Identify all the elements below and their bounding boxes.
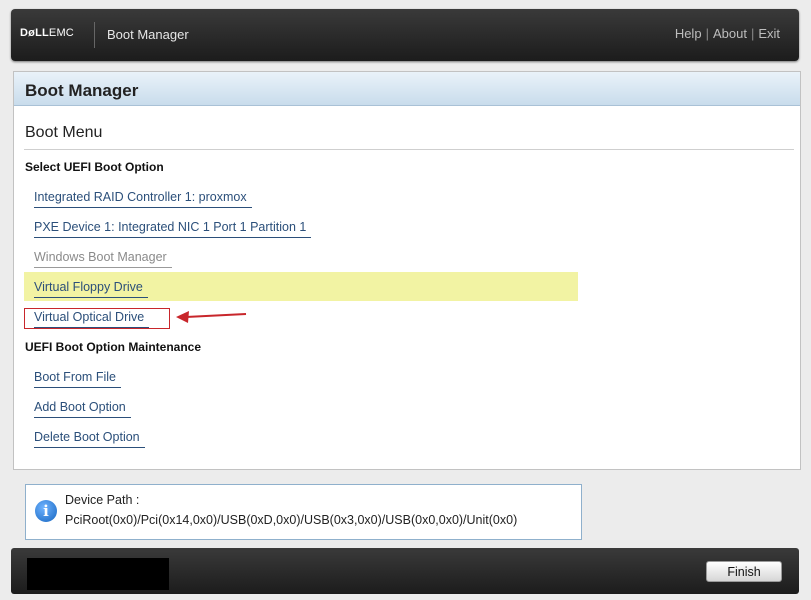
boot-manager-panel: Boot Manager Boot Menu Select UEFI Boot … [13, 71, 801, 470]
footer-bar: Finish [11, 548, 799, 594]
about-link[interactable]: About [713, 26, 747, 41]
top-header-bar: DøLLEMC Boot Manager Help | About | Exit [11, 9, 799, 61]
device-path-value: PciRoot(0x0)/Pci(0x14,0x0)/USB(0xD,0x0)/… [65, 513, 518, 527]
boot-option-pxe-device[interactable]: PXE Device 1: Integrated NIC 1 Port 1 Pa… [34, 220, 312, 241]
finish-button[interactable]: Finish [706, 561, 782, 582]
info-icon: i [35, 500, 57, 522]
header-divider [94, 22, 95, 48]
help-link[interactable]: Help [675, 26, 702, 41]
link-separator: | [750, 26, 755, 41]
boot-from-file-option[interactable]: Boot From File [34, 370, 121, 391]
device-path-info-box: i Device Path : PciRoot(0x0)/Pci(0x14,0x… [25, 484, 582, 540]
add-boot-option[interactable]: Add Boot Option [34, 400, 131, 421]
dell-emc-logo: DøLLEMC [20, 27, 74, 39]
boot-option-windows-boot-manager[interactable]: Windows Boot Manager [34, 250, 172, 271]
boot-option-raid-controller[interactable]: Integrated RAID Controller 1: proxmox [34, 190, 252, 211]
header-links: Help | About | Exit [675, 26, 780, 41]
section-divider [24, 149, 794, 150]
page-title: Boot Manager [25, 81, 139, 100]
group-label-select-uefi: Select UEFI Boot Option [25, 160, 164, 174]
delete-boot-option[interactable]: Delete Boot Option [34, 430, 145, 451]
panel-header: Boot Manager [14, 72, 800, 106]
redacted-area [27, 558, 169, 590]
boot-option-virtual-floppy[interactable]: Virtual Floppy Drive [34, 280, 148, 301]
app-title: Boot Manager [107, 27, 189, 42]
section-title: Boot Menu [25, 124, 103, 141]
annotation-box [24, 308, 170, 329]
group-label-maintenance: UEFI Boot Option Maintenance [25, 340, 201, 354]
exit-link[interactable]: Exit [758, 26, 780, 41]
link-separator: | [705, 26, 709, 41]
annotation-arrow-icon [176, 311, 247, 323]
device-path-label: Device Path : [65, 493, 140, 507]
